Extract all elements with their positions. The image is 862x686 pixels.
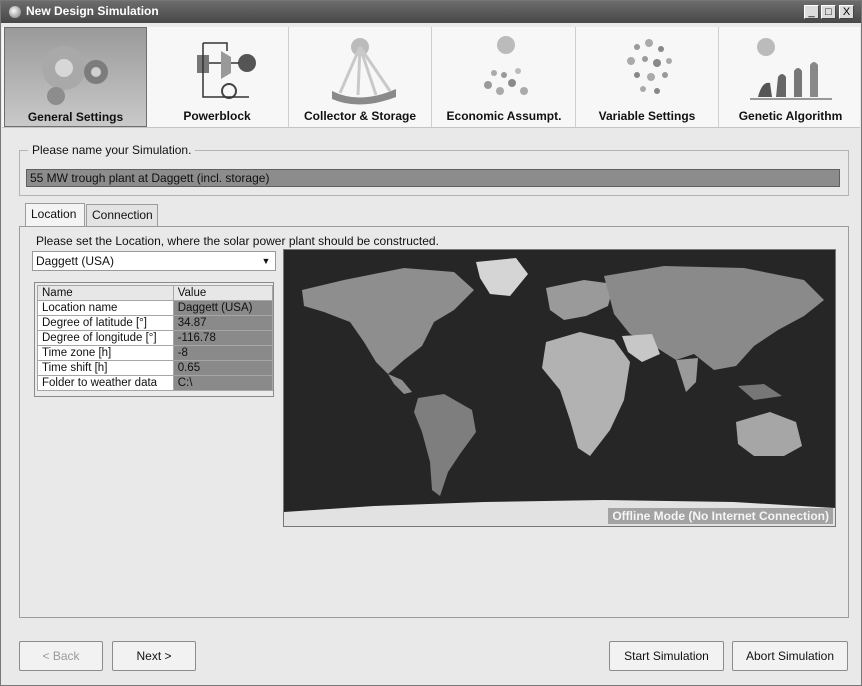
tool-collector-storage[interactable]: Collector & Storage	[289, 27, 432, 127]
property-name: Location name	[37, 300, 174, 316]
location-properties-grid: Name Value Location name Daggett (USA) D…	[34, 282, 274, 397]
grid-header-row: Name Value	[37, 285, 274, 301]
world-map-graphic	[284, 258, 835, 526]
table-row: Degree of longitude [°] -116.78	[37, 330, 274, 346]
property-name: Folder to weather data	[37, 375, 174, 391]
sun-coins-icon	[484, 36, 528, 95]
tool-economic-assumptions[interactable]: Economic Assumpt.	[433, 27, 576, 127]
table-row: Time zone [h] -8	[37, 345, 274, 361]
evolution-icon	[750, 38, 832, 100]
tool-label: Powerblock	[183, 109, 251, 123]
property-value[interactable]: C:\	[172, 375, 274, 391]
table-row: Location name Daggett (USA)	[37, 300, 274, 316]
location-select[interactable]: Daggett (USA) ▼	[32, 251, 276, 271]
property-value[interactable]: Daggett (USA)	[172, 300, 274, 316]
tool-genetic-algorithm[interactable]: Genetic Algorithm	[719, 27, 862, 127]
property-value[interactable]: 0.65	[172, 360, 274, 376]
chevron-down-icon[interactable]: ▼	[259, 254, 273, 268]
property-name: Degree of longitude [°]	[37, 330, 174, 346]
window-title: New Design Simulation	[26, 4, 159, 18]
back-button[interactable]: < Back	[19, 641, 103, 671]
table-row: Degree of latitude [°] 34.87	[37, 315, 274, 331]
tool-general-settings[interactable]: General Settings	[4, 27, 147, 127]
table-row: Folder to weather data C:\	[37, 375, 274, 391]
tool-label: Variable Settings	[598, 109, 696, 123]
grid-header-name: Name	[37, 285, 174, 301]
simulation-name-legend: Please name your Simulation.	[28, 143, 196, 157]
property-value[interactable]: 34.87	[172, 315, 274, 331]
title-bar: New Design Simulation _ □ X	[1, 1, 861, 23]
tool-label: Genetic Algorithm	[738, 109, 843, 123]
powerblock-schematic-icon	[197, 42, 256, 99]
location-instruction: Please set the Location, where the solar…	[36, 234, 439, 248]
minimize-button[interactable]: _	[804, 5, 819, 19]
property-name: Time shift [h]	[37, 360, 174, 376]
tool-label: Economic Assumpt.	[446, 109, 562, 123]
simulation-name-input[interactable]: 55 MW trough plant at Daggett (incl. sto…	[26, 169, 840, 187]
world-map[interactable]: Offline Mode (No Internet Connection)	[283, 249, 836, 527]
offline-status-label: Offline Mode (No Internet Connection)	[608, 508, 833, 524]
tool-powerblock[interactable]: Powerblock	[146, 27, 289, 127]
gears-icon	[42, 46, 108, 105]
dots-cloud-icon	[627, 39, 672, 94]
new-design-simulation-window: New Design Simulation _ □ X General Sett…	[0, 0, 862, 686]
wizard-toolbar: General Settings Powerblock Collector & …	[2, 27, 860, 128]
tool-label: Collector & Storage	[303, 109, 417, 123]
simulation-name-group: Please name your Simulation. 55 MW troug…	[19, 143, 849, 196]
sun-collector-icon	[332, 38, 396, 105]
table-row: Time shift [h] 0.65	[37, 360, 274, 376]
next-button[interactable]: Next >	[112, 641, 196, 671]
start-simulation-button[interactable]: Start Simulation	[609, 641, 724, 671]
tab-location[interactable]: Location	[25, 203, 85, 227]
abort-simulation-button[interactable]: Abort Simulation	[732, 641, 848, 671]
grid-header-value: Value	[172, 285, 274, 301]
location-panel: Please set the Location, where the solar…	[19, 226, 849, 618]
close-button[interactable]: X	[839, 5, 854, 19]
app-icon	[9, 6, 21, 18]
maximize-button[interactable]: □	[821, 5, 836, 19]
property-value[interactable]: -8	[172, 345, 274, 361]
location-select-value: Daggett (USA)	[36, 254, 115, 268]
tab-connection[interactable]: Connection	[86, 204, 158, 226]
tool-variable-settings[interactable]: Variable Settings	[576, 27, 719, 127]
tool-label: General Settings	[27, 110, 124, 124]
property-value[interactable]: -116.78	[172, 330, 274, 346]
property-name: Time zone [h]	[37, 345, 174, 361]
property-name: Degree of latitude [°]	[37, 315, 174, 331]
